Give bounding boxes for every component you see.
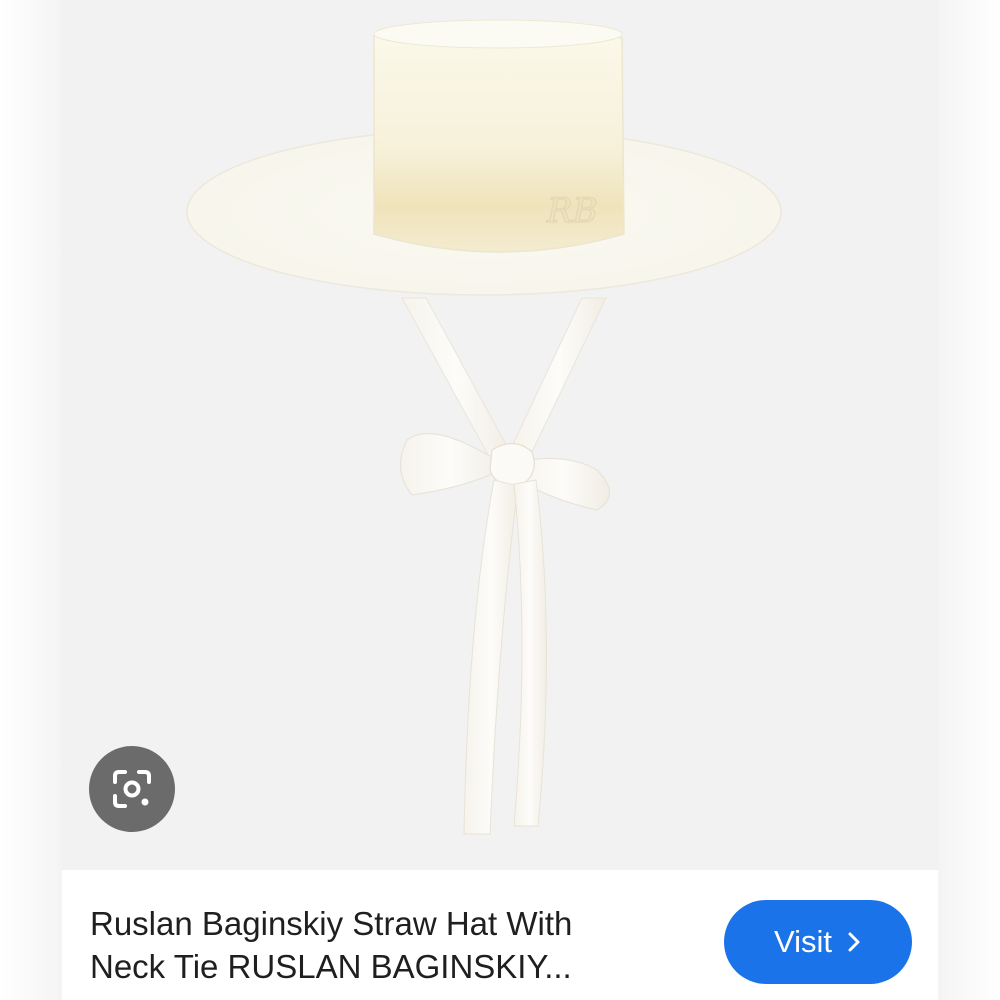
google-lens-button[interactable] bbox=[89, 746, 175, 832]
chevron-right-icon bbox=[846, 931, 862, 953]
visit-button[interactable]: Visit bbox=[724, 900, 912, 984]
hat-illustration: RB bbox=[186, 19, 782, 835]
crown-top bbox=[373, 19, 623, 49]
ribbon-tail-right bbox=[513, 479, 548, 827]
product-title[interactable]: Ruslan Baginskiy Straw Hat With Neck Tie… bbox=[90, 902, 680, 988]
bow-knot bbox=[489, 442, 535, 487]
search-result-screen: RB Ruslan Baginskiy Straw Hat With Neck … bbox=[0, 0, 1000, 1000]
visit-button-label: Visit bbox=[773, 924, 832, 959]
ribbon-tail-left bbox=[463, 479, 519, 835]
left-page-edge bbox=[0, 0, 62, 1000]
rb-monogram: RB bbox=[546, 191, 598, 231]
product-image[interactable]: RB bbox=[62, 0, 938, 870]
result-info-bar: Ruslan Baginskiy Straw Hat With Neck Tie… bbox=[62, 870, 938, 1000]
image-result-card: RB Ruslan Baginskiy Straw Hat With Neck … bbox=[62, 0, 938, 1000]
right-page-edge bbox=[938, 0, 1000, 1000]
google-lens-icon bbox=[113, 770, 151, 808]
right-ribbon bbox=[511, 297, 607, 457]
